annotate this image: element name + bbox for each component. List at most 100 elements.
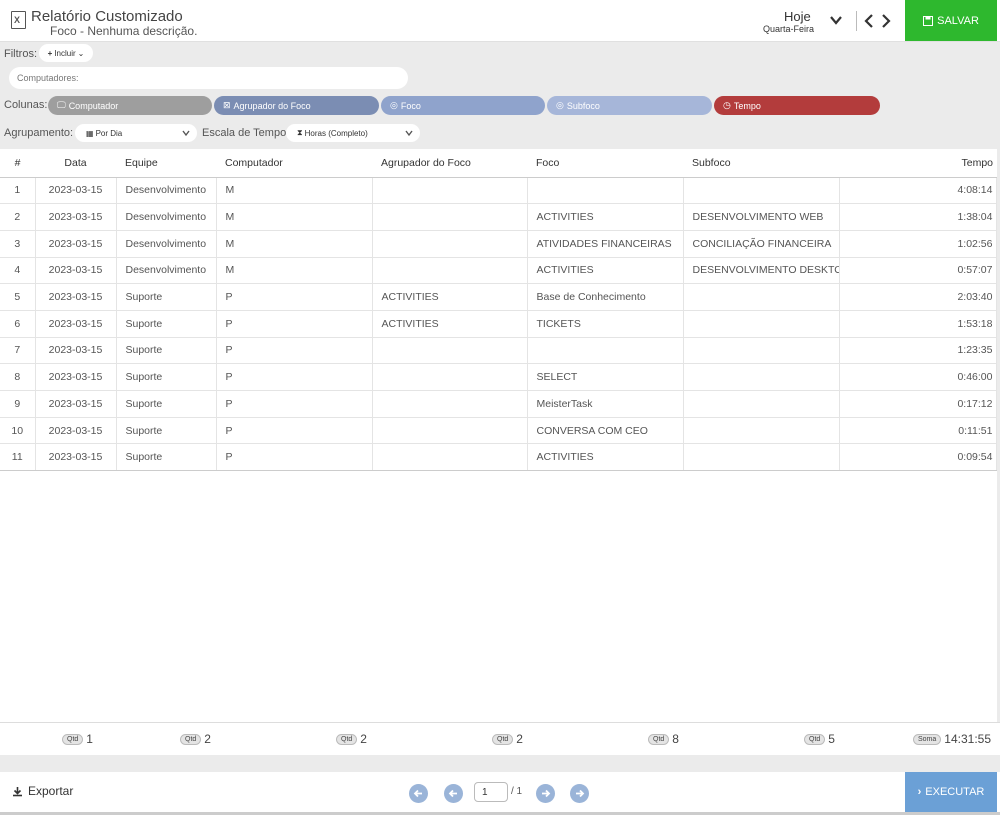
table-row[interactable]: 4 2023-03-15 Desenvolvimento M ACTIVITIES DES… — [0, 257, 997, 285]
prev-page-button[interactable] — [444, 784, 463, 803]
grouping-select[interactable]: ▦ Por Dia — [75, 124, 197, 142]
cell-subfoco: DESENVOLVIMENTO DESKTOP — [683, 257, 840, 285]
table-row[interactable]: 11 2023-03-15 Suporte P ACTIVITIES 0:09:54 — [0, 443, 997, 472]
filters-label: Filtros: — [4, 48, 37, 60]
cell-computador: P — [216, 363, 373, 391]
grouping-label: Agrupamento: — [4, 127, 74, 139]
column-header-computador[interactable]: Computador — [216, 149, 372, 178]
column-pill-foco[interactable]: ◎ Foco — [381, 96, 545, 115]
column-header-subfoco[interactable]: Subfoco — [683, 149, 839, 178]
download-icon — [13, 786, 22, 796]
cell-index: 7 — [0, 337, 36, 365]
include-filter-button[interactable]: + Incluir ⌄ — [39, 44, 93, 62]
column-header-tempo[interactable]: Tempo — [839, 149, 996, 178]
cell-computador: P — [216, 443, 373, 472]
table-row[interactable]: 3 2023-03-15 Desenvolvimento M ATIVIDADES FI… — [0, 230, 997, 258]
report-table: # Data Equipe Computador Agrupador do Fo… — [0, 149, 997, 472]
execute-button[interactable]: › EXECUTAR — [905, 772, 997, 812]
summary-item: Qtd 1 — [62, 732, 93, 746]
table-row[interactable]: 1 2023-03-15 Desenvolvimento M 4:08:14 — [0, 177, 997, 205]
cell-foco: ATIVIDADES FINANCEIRAS — [527, 230, 684, 258]
cell-foco: ACTIVITIES — [527, 257, 684, 285]
clock-icon: ◷ — [723, 100, 731, 110]
page-total: / 1 — [511, 786, 523, 797]
first-page-button[interactable] — [409, 784, 428, 803]
qtd-badge: Qtd — [336, 733, 358, 745]
column-header-equipe[interactable]: Equipe — [116, 149, 216, 178]
table-row[interactable]: 10 2023-03-15 Suporte P CONVERSA COM CEO 0:11… — [0, 417, 997, 445]
computers-filter-input[interactable]: Computadores: — [9, 67, 408, 89]
page-number-input[interactable]: 1 — [474, 782, 508, 802]
grouping-value: Por Dia — [95, 128, 123, 138]
cell-index: 4 — [0, 257, 36, 285]
cell-foco: ACTIVITIES — [527, 203, 684, 231]
plus-icon: + — [47, 48, 53, 58]
cell-tempo: 1:02:56 — [839, 230, 997, 258]
summary-item: Qtd 2 — [180, 732, 211, 746]
cell-index: 3 — [0, 230, 36, 258]
table-row[interactable]: 9 2023-03-15 Suporte P MeisterTask 0:17:12 — [0, 390, 997, 418]
summary-item: Qtd 2 — [492, 732, 523, 746]
column-header-agrupador[interactable]: Agrupador do Foco — [372, 149, 527, 178]
timescale-label: Escala de Tempo: — [202, 127, 290, 139]
column-pill-label: Agrupador do Foco — [233, 100, 311, 111]
cell-equipe: Suporte — [116, 310, 217, 338]
table-row[interactable]: 7 2023-03-15 Suporte P 1:23:35 — [0, 337, 997, 365]
chevron-right-icon[interactable] — [880, 13, 892, 29]
chevron-left-icon[interactable] — [863, 13, 875, 29]
cell-computador: M — [216, 230, 373, 258]
column-pill-tempo[interactable]: ◷ Tempo — [714, 96, 880, 115]
table-row[interactable]: 6 2023-03-15 Suporte P ACTIVITIES TICKETS 1:53… — [0, 310, 997, 338]
timescale-select[interactable]: ⧗ Horas (Completo) — [286, 124, 420, 142]
date-label[interactable]: Hoje — [784, 9, 811, 24]
cell-computador: M — [216, 257, 373, 285]
calendar-icon: ▦ — [86, 128, 94, 138]
cell-computador: P — [216, 337, 373, 365]
table-row[interactable]: 8 2023-03-15 Suporte P SELECT 0:46:00 — [0, 363, 997, 391]
cell-foco: ACTIVITIES — [527, 443, 684, 472]
summary-total-value: 14:31:55 — [944, 732, 992, 746]
target-icon: ◎ — [390, 100, 398, 110]
bottom-bar: Exportar 1 / 1 › EXECUTAR — [0, 772, 1000, 812]
table-row[interactable]: 2 2023-03-15 Desenvolvimento M ACTIVITIES DES… — [0, 203, 997, 231]
cell-subfoco — [683, 417, 840, 445]
cell-agrupador: ACTIVITIES — [372, 310, 528, 338]
cell-subfoco — [683, 390, 840, 418]
cell-computador: P — [216, 417, 373, 445]
column-header-foco[interactable]: Foco — [527, 149, 683, 178]
cell-data: 2023-03-15 — [35, 203, 117, 231]
save-button[interactable]: SALVAR — [905, 0, 997, 41]
cell-tempo: 0:46:00 — [839, 363, 997, 391]
header-bar: Relatório Customizado Foco - Nenhuma des… — [0, 0, 1000, 42]
cell-foco: Base de Conhecimento — [527, 283, 684, 311]
last-page-button[interactable] — [570, 784, 589, 803]
chevron-down-icon[interactable] — [829, 13, 843, 27]
cell-index: 8 — [0, 363, 36, 391]
column-pill-computador[interactable]: 🖵 Computador — [48, 96, 212, 115]
next-page-button[interactable] — [536, 784, 555, 803]
column-pill-subfoco[interactable]: ◎ Subfoco — [547, 96, 712, 115]
computers-placeholder: Computadores: — [17, 73, 79, 83]
cell-subfoco — [683, 177, 840, 205]
cell-tempo: 2:03:40 — [839, 283, 997, 311]
cell-index: 9 — [0, 390, 36, 418]
column-header-index[interactable]: # — [0, 149, 35, 178]
report-table-container: # Data Equipe Computador Agrupador do Fo… — [0, 149, 997, 722]
cell-subfoco — [683, 443, 840, 472]
cell-computador: M — [216, 203, 373, 231]
arrow-left-icon — [448, 789, 457, 798]
arrow-right-icon — [576, 789, 585, 798]
cell-index: 11 — [0, 443, 36, 472]
cell-agrupador — [372, 203, 528, 231]
table-row[interactable]: 5 2023-03-15 Suporte P ACTIVITIES Base de Con… — [0, 283, 997, 311]
cell-agrupador — [372, 417, 528, 445]
summary-value: 2 — [516, 732, 523, 746]
save-button-label: SALVAR — [937, 14, 979, 27]
cell-subfoco: CONCILIAÇÃO FINANCEIRA — [683, 230, 840, 258]
report-app: Relatório Customizado Foco - Nenhuma des… — [0, 0, 1000, 815]
column-pill-agrupador[interactable]: ⊠ Agrupador do Foco — [214, 96, 379, 115]
export-button[interactable]: Exportar — [12, 784, 73, 798]
column-header-data[interactable]: Data — [35, 149, 116, 178]
cell-subfoco — [683, 363, 840, 391]
cell-equipe: Suporte — [116, 417, 217, 445]
